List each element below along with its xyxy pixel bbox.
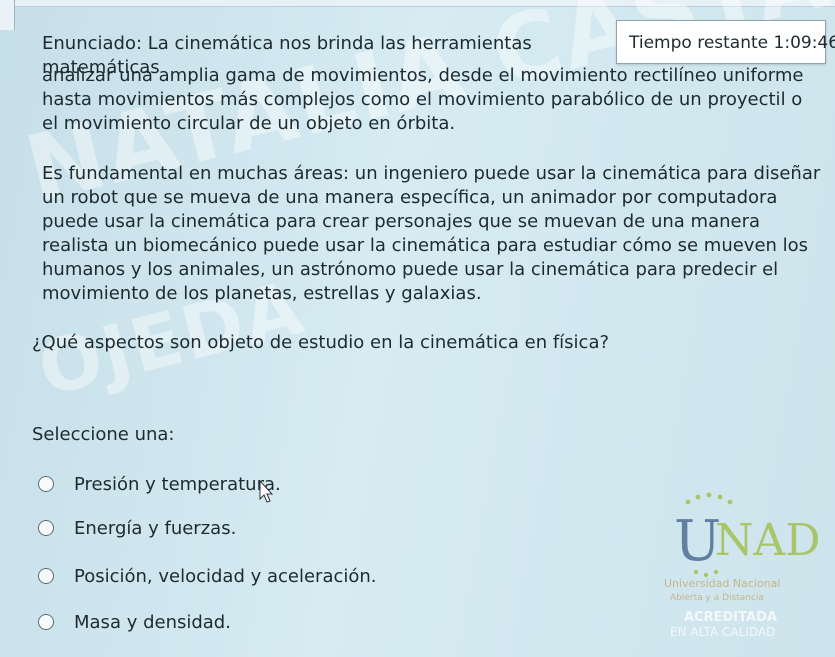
logo-quality: EN ALTA CALIDAD	[670, 625, 775, 639]
timer-box: Tiempo restante 1:09:46	[616, 20, 835, 64]
option-masa[interactable]: Masa y densidad.	[38, 610, 231, 634]
option-presion[interactable]: Presión y temperatura.	[38, 472, 281, 496]
radio-button[interactable]	[38, 568, 54, 584]
radio-button[interactable]	[38, 476, 54, 492]
option-label: Masa y densidad.	[74, 611, 231, 633]
mouse-cursor-icon	[259, 480, 274, 503]
timer-value: 1:09:46	[773, 33, 835, 53]
logo-nad-letters: NAD	[715, 515, 821, 566]
radio-button[interactable]	[38, 520, 54, 536]
logo-subtitle: Universidad Nacional	[664, 577, 780, 590]
logo-accredited: ACREDITADA	[684, 610, 777, 625]
option-posicion[interactable]: Posición, velocidad y aceleración.	[38, 564, 377, 588]
option-label: Posición, velocidad y aceleración.	[74, 565, 377, 587]
option-energia[interactable]: Energía y fuerzas.	[38, 516, 236, 540]
radio-button[interactable]	[38, 614, 54, 630]
top-strip	[0, 0, 835, 7]
corner-frame	[0, 0, 15, 30]
select-label: Seleccione una:	[32, 424, 175, 445]
statement-first-paragraph: analizar una amplia gama de movimientos,…	[42, 65, 804, 134]
statement-second-paragraph: Es fundamental en muchas áreas: un ingen…	[42, 163, 821, 304]
logo-subtitle2: Abierta y a Distancia	[670, 593, 764, 603]
question-text: ¿Qué aspectos son objeto de estudio en l…	[32, 332, 610, 353]
option-label: Energía y fuerzas.	[74, 517, 237, 539]
option-label: Presión y temperatura.	[74, 473, 281, 495]
timer-label: Tiempo restante	[629, 33, 769, 53]
unad-logo: U NAD Universidad Nacional Abierta y a D…	[664, 492, 821, 639]
